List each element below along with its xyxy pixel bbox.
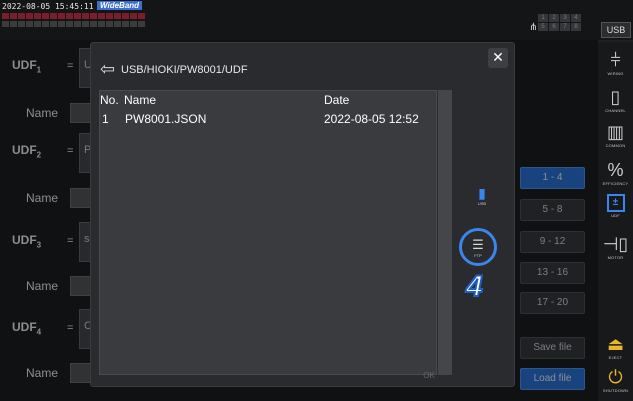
usb-drive-icon: ▮: [478, 185, 486, 201]
sidebar-item-eject[interactable]: ⏏ EJECT: [598, 334, 633, 360]
status-bar: 2022-08-05 15:45:11 WideBand ⋔ 1 2 3 4 5…: [0, 0, 633, 40]
sidebar-item-motor[interactable]: ⊣▯ MOTOR: [598, 234, 633, 260]
table-row[interactable]: 1 PW8001.JSON 2022-08-05 12:52: [100, 112, 438, 128]
network-tree-icon: ⋔: [529, 22, 538, 33]
back-arrow-icon[interactable]: ⇦: [100, 60, 115, 78]
file-date: 2022-08-05 12:52: [324, 112, 419, 126]
eject-icon: ⏏: [606, 334, 624, 354]
sidebar-item-efficiency[interactable]: % EFFICIENCY: [598, 160, 633, 186]
scrollbar[interactable]: [438, 90, 452, 375]
column-header-name: Name: [124, 93, 157, 107]
storage-usb-button[interactable]: ▮ USB: [473, 185, 491, 206]
sidebar-item-common[interactable]: ▥ COMMON: [598, 122, 633, 148]
efficiency-icon: %: [607, 160, 624, 180]
channel-indicator-row: [2, 21, 145, 27]
wiring-cell: 3: [560, 14, 570, 22]
ok-button[interactable]: OK: [407, 368, 451, 384]
sidebar-label: EFFICIENCY: [602, 181, 629, 186]
folder-path: USB/HIOKI/PW8001/UDF: [121, 64, 248, 76]
channel-indicator-row: [2, 13, 145, 19]
motor-icon: ⊣▯: [602, 234, 629, 254]
wideband-badge: WideBand: [97, 1, 143, 10]
sidebar-label: COMMON: [605, 143, 626, 148]
storage-ftp-button[interactable]: ☰ FTP: [459, 228, 497, 266]
sidebar-label: SHUTDOWN: [602, 388, 629, 393]
file-load-dialog: ✕ ⇦ USB/HIOKI/PW8001/UDF No. Name Date 1…: [90, 42, 515, 387]
sidebar-item-wiring[interactable]: ⫩ WIRING: [598, 50, 633, 76]
wiring-cell: 1: [538, 14, 548, 22]
wiring-cell: 8: [571, 23, 581, 31]
close-button[interactable]: ✕: [488, 48, 508, 68]
wiring-cell: 2: [549, 14, 559, 22]
wiring-icon: ⫩: [610, 50, 621, 70]
step-number-callout: 4: [465, 269, 484, 304]
sidebar-label: UDF: [611, 213, 620, 218]
file-number: 1: [102, 112, 109, 126]
sidebar-label: CHANNEL: [605, 108, 626, 113]
column-header-no: No.: [100, 93, 119, 107]
wiring-cell: 7: [560, 23, 570, 31]
wiring-cell: 6: [549, 23, 559, 31]
wiring-cell: 4: [571, 14, 581, 22]
wiring-cell: 5: [538, 23, 548, 31]
udf-icon: ±: [606, 194, 625, 212]
wiring-status-grid: 1 2 3 4 5 6 7 8: [538, 14, 581, 31]
common-icon: ▥: [606, 122, 624, 142]
ftp-server-icon: ☰: [472, 237, 484, 252]
channel-icon: ▯: [610, 87, 621, 107]
sidebar-item-udf[interactable]: ± UDF: [598, 194, 633, 218]
file-name: PW8001.JSON: [125, 112, 207, 126]
shutdown-icon: ⏻: [608, 367, 623, 387]
column-header-date: Date: [324, 93, 350, 107]
sidebar-label: MOTOR: [607, 255, 624, 260]
usb-tab[interactable]: USB: [601, 22, 631, 38]
storage-label: FTP: [474, 253, 482, 258]
storage-label: USB: [477, 201, 487, 206]
datetime-display: 2022-08-05 15:45:11: [2, 2, 94, 11]
sidebar-item-shutdown[interactable]: ⏻ SHUTDOWN: [598, 367, 633, 393]
file-list: No. Name Date 1 PW8001.JSON 2022-08-05 1…: [99, 90, 437, 375]
right-sidebar: ⫩ WIRING ▯ CHANNEL ▥ COMMON % EFFICIENCY…: [598, 42, 633, 401]
sidebar-item-channel[interactable]: ▯ CHANNEL: [598, 87, 633, 113]
sidebar-label: WIRING: [607, 71, 624, 76]
sidebar-label: EJECT: [608, 355, 623, 360]
